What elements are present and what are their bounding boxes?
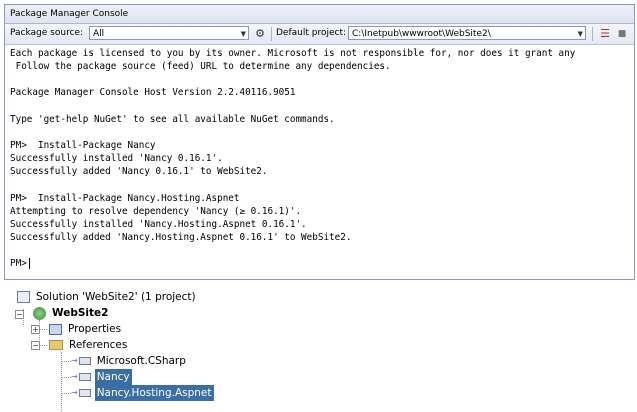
console-toolbar: Package source: All ▼ ⚙ Default project:…	[5, 24, 634, 45]
console-title: Package Manager Console	[5, 5, 634, 24]
tree-item-label: Microsoft.CSharp	[96, 355, 186, 367]
console-prompt: PM>	[10, 258, 27, 270]
web-project-icon	[33, 306, 46, 320]
assembly-icon	[78, 389, 91, 397]
console-line: Attempting to resolve dependency 'Nancy …	[10, 205, 302, 217]
assembly-icon	[78, 357, 91, 365]
reference-arrow-icon: →	[71, 372, 78, 381]
tree-item-properties[interactable]: Properties	[49, 321, 123, 337]
console-output[interactable]: Each package is licensed to you by its o…	[5, 45, 634, 272]
collapse-icon[interactable]: −	[31, 341, 40, 350]
assembly-icon	[78, 373, 91, 381]
tree-item-references[interactable]: References	[49, 337, 129, 353]
console-line: Each package is licensed to you by its o…	[10, 48, 576, 59]
toolbar-separator	[271, 27, 272, 41]
reference-arrow-icon: →	[71, 356, 78, 365]
tree-item-reference[interactable]: → Nancy.Hosting.Aspnet	[71, 385, 214, 401]
default-project-label: Default project:	[276, 28, 347, 38]
clear-console-icon[interactable]: ☰	[597, 26, 613, 42]
tree-guide-line	[61, 361, 71, 362]
tree-item-label: WebSite2	[52, 307, 109, 319]
tree-item-reference[interactable]: → Microsoft.CSharp	[71, 353, 188, 369]
tree-guide-line	[39, 329, 47, 330]
gear-icon[interactable]: ⚙	[252, 26, 268, 42]
tree-item-label: Nancy.Hosting.Aspnet	[94, 385, 214, 401]
console-line: Package Manager Console Host Version 2.2…	[10, 87, 296, 99]
console-prompt-line[interactable]: PM>	[10, 257, 629, 270]
console-line: Successfully installed 'Nancy 0.16.1'.	[10, 153, 223, 165]
console-line: Type 'get-help NuGet' to see all availab…	[10, 113, 335, 125]
tree-item-label: References	[69, 339, 128, 351]
text-cursor	[28, 258, 30, 270]
default-project-dropdown[interactable]: C:\Inetpub\wwwroot\WebSite2\ ▼	[348, 26, 586, 40]
console-line: Successfully installed 'Nancy.Hosting.As…	[10, 218, 307, 230]
tree-guide-line	[61, 377, 71, 378]
collapse-icon[interactable]: −	[15, 310, 24, 319]
tree-item-label: Properties	[68, 323, 122, 335]
default-project-value: C:\Inetpub\wwwroot\WebSite2\	[352, 29, 491, 39]
package-source-label: Package source:	[10, 28, 84, 38]
console-line: Successfully added 'Nancy.Hosting.Aspnet…	[10, 231, 352, 243]
console-line: Successfully added 'Nancy 0.16.1' to Web…	[10, 166, 268, 178]
tree-item-reference[interactable]: → Nancy	[71, 369, 132, 385]
console-line: PM> Install-Package Nancy.Hosting.Aspnet	[10, 192, 240, 204]
tree-guide-line	[61, 393, 71, 394]
package-source-dropdown[interactable]: All ▼	[89, 26, 249, 40]
tree-item-solution[interactable]: Solution 'WebSite2' (1 project)	[17, 289, 198, 305]
tree-item-project[interactable]: WebSite2	[33, 305, 110, 321]
expand-icon[interactable]: +	[31, 325, 40, 334]
chevron-down-icon: ▼	[240, 30, 246, 38]
tree-item-label: Nancy	[94, 369, 132, 385]
stop-icon[interactable]: ■	[614, 26, 630, 42]
console-line: Follow the package source (feed) URL to …	[10, 61, 391, 73]
tree-guide-line	[39, 345, 47, 346]
tree-item-label: Solution 'WebSite2' (1 project)	[36, 291, 196, 303]
toolbar-separator	[592, 27, 593, 41]
chevron-down-icon: ▼	[577, 30, 583, 38]
folder-icon	[49, 340, 63, 350]
solution-icon	[17, 291, 30, 303]
package-source-value: All	[93, 29, 105, 39]
package-manager-console: Package Manager Console Package source: …	[4, 4, 635, 280]
console-line: PM> Install-Package Nancy	[10, 139, 156, 151]
properties-icon	[49, 323, 62, 335]
reference-arrow-icon: →	[71, 388, 78, 397]
